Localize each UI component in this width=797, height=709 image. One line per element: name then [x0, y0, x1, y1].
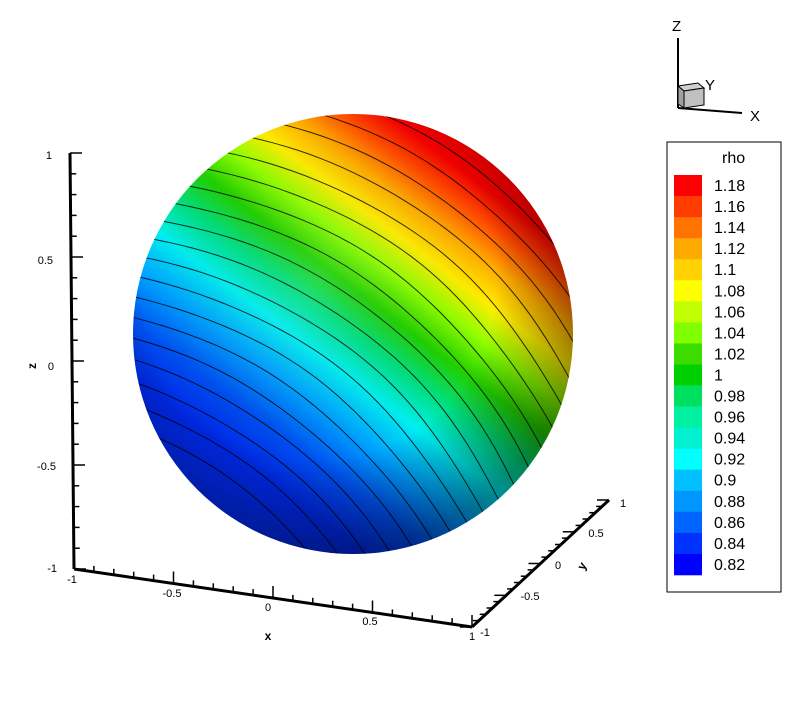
triad-y-label: Y — [705, 77, 715, 94]
legend-swatch — [674, 217, 702, 239]
z-tick-label: 0.5 — [38, 255, 53, 267]
legend-label: 0.84 — [714, 536, 745, 553]
legend-swatch — [674, 532, 702, 555]
legend-label: 0.86 — [714, 515, 745, 532]
x-axis-title: x — [265, 629, 272, 643]
y-tick-label: 1 — [620, 498, 626, 510]
legend-label: 1.1 — [714, 262, 736, 279]
z-tick-label: 0 — [48, 361, 54, 373]
legend-swatch — [674, 175, 702, 197]
legend-title: rho — [722, 150, 745, 167]
legend-label: 1.12 — [714, 241, 745, 258]
x-tick-label: -1 — [67, 574, 77, 586]
legend-swatch — [674, 343, 702, 365]
x-tick-label: 0 — [265, 602, 271, 614]
legend-label: 1.18 — [714, 178, 745, 195]
orientation-triad: Z Y X — [672, 18, 760, 125]
legend-label: 0.96 — [714, 410, 745, 427]
legend-label: 0.88 — [714, 494, 745, 511]
legend-swatch — [674, 301, 702, 323]
triad-x-label: X — [750, 108, 760, 125]
legend-label: 0.82 — [714, 557, 745, 574]
legend-swatch — [674, 322, 702, 344]
legend-swatch — [674, 427, 702, 449]
legend-label: 1.04 — [714, 325, 745, 342]
legend-swatch — [674, 406, 702, 428]
legend-label: 0.94 — [714, 431, 745, 448]
legend-swatch — [674, 553, 702, 576]
legend-label: 1.08 — [714, 283, 745, 300]
z-tick-label: 1 — [46, 150, 52, 162]
legend-label: 1.14 — [714, 220, 745, 237]
legend-swatch — [674, 490, 702, 513]
legend-swatch — [674, 385, 702, 407]
y-tick-label: 0 — [555, 560, 561, 572]
legend-label: 1.02 — [714, 346, 745, 363]
triad-cube-icon — [676, 82, 706, 109]
x-tick-label: 0.5 — [362, 616, 377, 628]
z-tick-label: -1 — [47, 563, 57, 575]
legend-swatch — [674, 280, 702, 302]
z-axis-title: z — [25, 363, 39, 369]
legend-label: 1.16 — [714, 199, 745, 216]
sphere-contour-plot: 1 0.5 0 -0.5 -1 z -1 -0.5 0 0.5 1 x -1 -… — [25, 18, 782, 643]
legend-swatch — [674, 511, 702, 534]
y-tick-label: 0.5 — [588, 528, 603, 540]
triad-z-label: Z — [672, 18, 681, 35]
legend-swatch — [674, 238, 702, 260]
legend-swatch — [674, 364, 702, 386]
x-tick-label: 1 — [469, 631, 475, 643]
rho-legend: rho 1.18 1.16 1.14 1.12 1.1 1.08 1.06 1.04 1.02 1… — [666, 141, 782, 593]
legend-label: 1.06 — [714, 304, 745, 321]
y-axis-title: y — [574, 559, 590, 572]
z-tick-label: -0.5 — [37, 461, 56, 473]
legend-label: 0.92 — [714, 452, 745, 469]
legend-swatch — [674, 448, 702, 471]
legend-label: 0.98 — [714, 389, 745, 406]
legend-swatch — [674, 196, 702, 218]
y-tick-label: -0.5 — [521, 591, 540, 603]
legend-label: 1 — [714, 368, 723, 385]
legend-swatch — [674, 469, 702, 492]
legend-swatch — [674, 259, 702, 281]
y-tick-label: -1 — [480, 627, 490, 639]
x-tick-label: -0.5 — [163, 588, 182, 600]
legend-label: 0.9 — [714, 473, 736, 490]
